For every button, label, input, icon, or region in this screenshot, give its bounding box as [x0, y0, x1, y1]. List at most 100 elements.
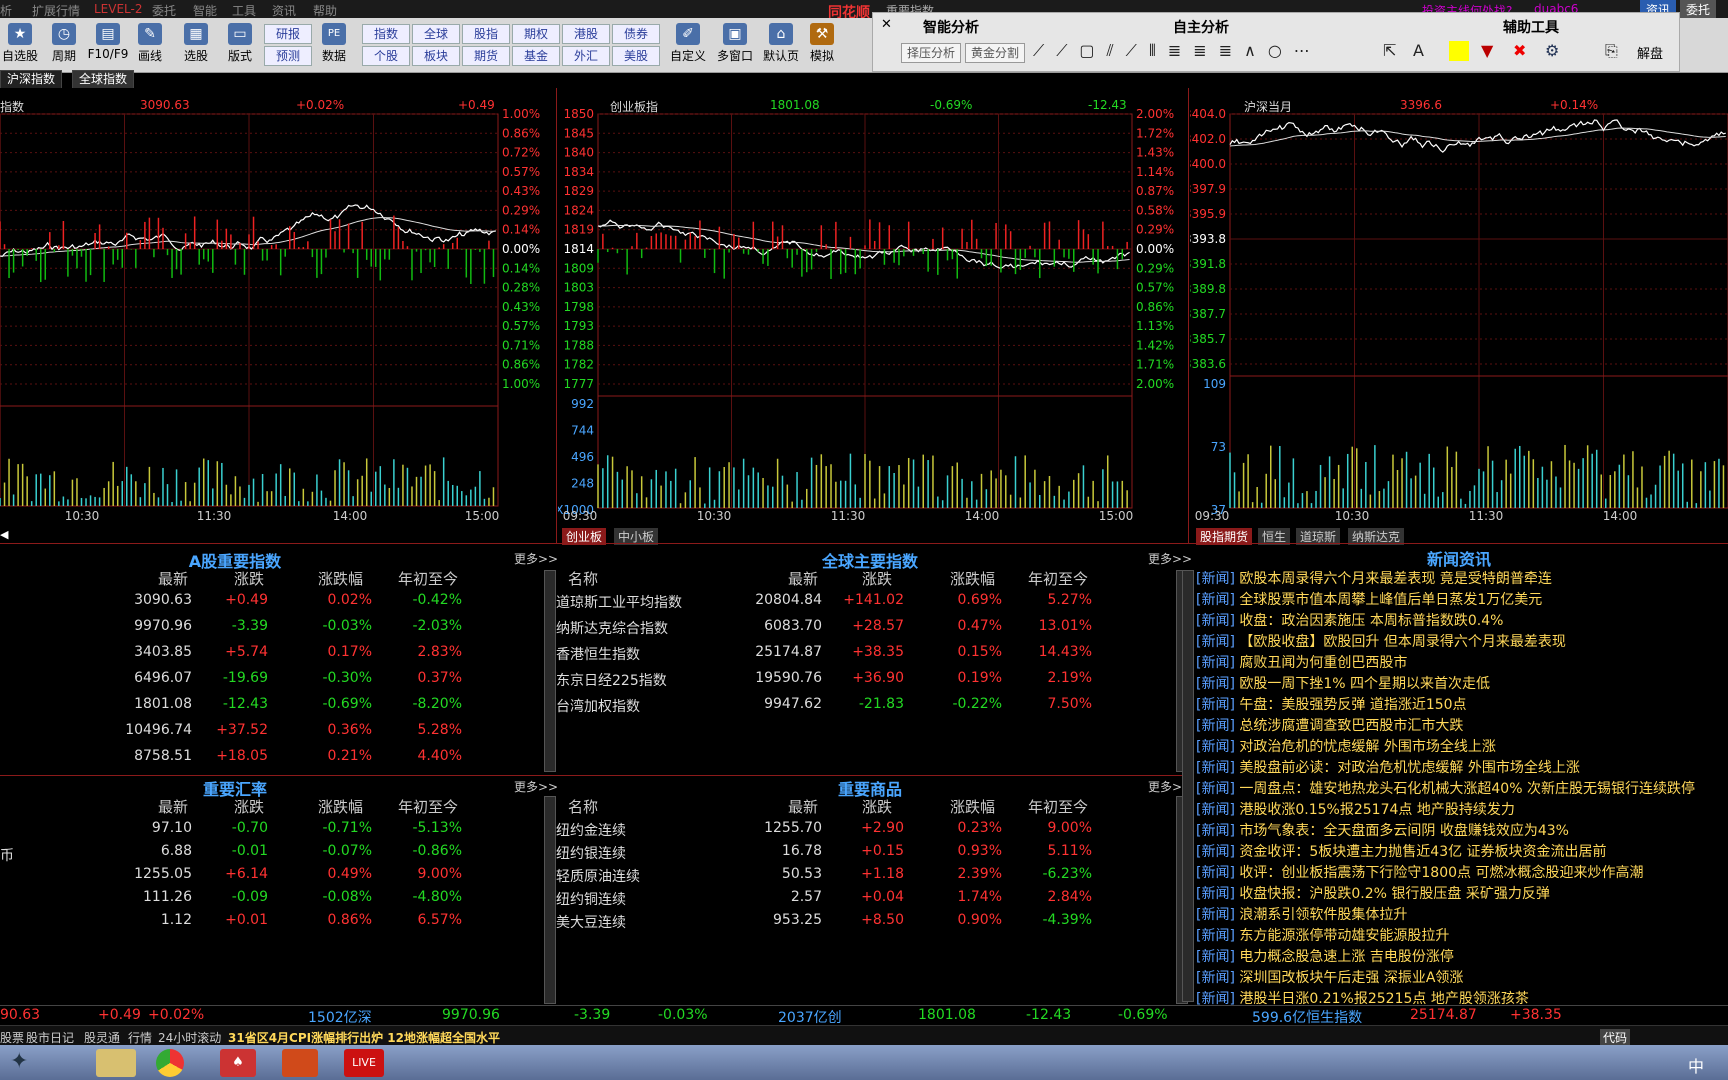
- commodities-cell: 0.23%: [957, 820, 1002, 836]
- draw-tools-icons[interactable]: ⟋⟋▢⫽⟋⦀≣≣≣∧○⋯: [1033, 41, 1322, 61]
- fx-more[interactable]: 更多>>: [514, 778, 558, 795]
- layout-button[interactable]: ▭ 版式: [220, 21, 260, 71]
- status-bar: 股票 股市日记 股灵通 行情 24小时滚动 31省区4月CPI涨幅排行出炉 12…: [0, 1025, 1728, 1046]
- menu-smart[interactable]: 智能: [193, 2, 217, 19]
- f10-button[interactable]: ▤ F10/F9: [84, 21, 132, 71]
- status-guling[interactable]: 股灵通: [84, 1029, 120, 1046]
- news-scrollbar[interactable]: [1182, 570, 1194, 1002]
- cursor-icon[interactable]: ⇱: [1383, 41, 1396, 60]
- research-report-button[interactable]: 研报: [264, 24, 312, 44]
- axis-tick-left: 1793: [563, 319, 594, 333]
- news-item[interactable]: [新闻] 欧股本周录得六个月来最差表现 竟是受特朗普牵连: [1196, 568, 1552, 588]
- status-quotes[interactable]: 行情: [128, 1029, 152, 1046]
- tab-global[interactable]: 全球指数: [72, 70, 135, 89]
- news-item[interactable]: [新闻] 午盘：美股强势反弹 道指涨近150点: [1196, 694, 1467, 714]
- global_indices-cell: 台湾加权指数: [556, 699, 640, 715]
- market-stock-button[interactable]: 个股: [362, 46, 410, 66]
- menu-delegate[interactable]: 委托: [152, 2, 176, 19]
- chart-left[interactable]: 指数 3090.63 +0.02% +0.49 1.00% 0.86% 0.72% 0…: [0, 88, 555, 528]
- market-fund-button[interactable]: 基金: [512, 46, 560, 66]
- news-item[interactable]: [新闻] 一周盘点：雄安地热龙头石化机械大涨超40% 次新庄股无锡银行连续跌停: [1196, 778, 1695, 798]
- news-item[interactable]: [新闻] 对政治危机的忧虑缓解 外围市场全线上涨: [1196, 736, 1496, 756]
- code-input[interactable]: 代码: [1600, 1029, 1631, 1046]
- chrome-icon[interactable]: [156, 1049, 184, 1077]
- news-item[interactable]: [新闻] 【欧股收盘】欧股回升 但本周录得六个月来最差表现: [1196, 631, 1566, 651]
- market-futures-button[interactable]: 期货: [462, 46, 510, 66]
- bookmark-icon[interactable]: ▼: [1481, 41, 1493, 60]
- news-headline: 市场气象表：全天盘面多云间阴 收盘赚钱效应为43%: [1234, 823, 1569, 839]
- market-us-button[interactable]: 美股: [612, 46, 660, 66]
- multi-window-button[interactable]: ▣ 多窗口: [712, 21, 758, 71]
- simulate-button[interactable]: ⚒ 模拟: [804, 21, 840, 71]
- menu-info[interactable]: 资讯: [272, 2, 296, 19]
- draw-line-button[interactable]: ✎ 画线: [130, 21, 170, 71]
- news-item[interactable]: [新闻] 美股盘前必读：对政治危机忧虑缓解 外围市场全线上涨: [1196, 757, 1580, 777]
- market-forex-button[interactable]: 外汇: [562, 46, 610, 66]
- news-item[interactable]: [新闻] 深圳国改板块午后走强 深振业A领涨: [1196, 967, 1463, 987]
- status-headline[interactable]: 31省区4月CPI涨幅排行出炉 12地涨幅超全国水平: [228, 1029, 500, 1046]
- cards-icon[interactable]: ♠: [220, 1049, 256, 1077]
- market-hk-button[interactable]: 港股: [562, 24, 610, 44]
- menu-tools[interactable]: 工具: [232, 2, 256, 19]
- news-item[interactable]: [新闻] 腐败丑闻为何重创巴西股市: [1196, 652, 1407, 672]
- market-options-button[interactable]: 期权: [512, 24, 560, 44]
- stock-picker-button[interactable]: ▦ 选股: [176, 21, 216, 71]
- news-item[interactable]: [新闻] 电力概念股急速上涨 吉电股份涨停: [1196, 946, 1454, 966]
- news-item[interactable]: [新闻] 总统涉腐遭调查致巴西股市汇市大跌: [1196, 715, 1463, 735]
- period-button[interactable]: ◷ 周期: [44, 21, 84, 71]
- status-diary[interactable]: 股市日记: [26, 1029, 74, 1046]
- market-futures-index-button[interactable]: 股指: [462, 24, 510, 44]
- release-button[interactable]: 解盘: [1637, 43, 1663, 62]
- menu-extended-quotes[interactable]: 扩展行情: [32, 2, 80, 19]
- delegate-button[interactable]: 委托: [1680, 0, 1717, 19]
- news-item[interactable]: [新闻] 欧股一周下挫1% 四个星期以来首次走低: [1196, 673, 1490, 693]
- delete-icon[interactable]: ✖: [1513, 41, 1526, 60]
- golden-section-button[interactable]: 黄金分割: [965, 43, 1025, 63]
- news-item[interactable]: [新闻] 东方能源涨停带动雄安能源股拉升: [1196, 925, 1449, 945]
- chart-left-tab-arrow[interactable]: ◀: [0, 528, 8, 541]
- a-indices-scrollbar[interactable]: [544, 570, 556, 772]
- text-icon[interactable]: A: [1413, 41, 1424, 60]
- menu-level2[interactable]: LEVEL-2: [94, 2, 143, 16]
- news-item[interactable]: [新闻] 浪潮系引领软件股集体拉升: [1196, 904, 1407, 924]
- close-icon[interactable]: ✕: [881, 17, 892, 32]
- news-item[interactable]: [新闻] 收评：创业板指震荡下行险守1800点 可燃冰概念股迎来炒作高潮: [1196, 862, 1643, 882]
- news-item[interactable]: [新闻] 资金收评：5板块遭主力抛售近43亿 证券板块资金流出居前: [1196, 841, 1607, 861]
- menu-help[interactable]: 帮助: [313, 2, 337, 19]
- chart-right[interactable]: 沪深当月 3396.6 +0.14% 3404.0 3402.0 3400.0 339…: [1190, 88, 1728, 528]
- live-icon[interactable]: LIVE: [344, 1049, 384, 1077]
- fx-scrollbar[interactable]: [544, 796, 556, 1004]
- global-indices-more[interactable]: 更多>>: [1148, 550, 1192, 567]
- market-bond-button[interactable]: 债券: [612, 24, 660, 44]
- tab-shenzhen-shanghai[interactable]: 沪深指数: [0, 70, 63, 89]
- a-indices-more[interactable]: 更多>>: [514, 550, 558, 567]
- market-global-button[interactable]: 全球: [412, 24, 460, 44]
- global_indices-cell: +38.35: [852, 644, 904, 660]
- default-page-button[interactable]: ⌂ 默认页: [758, 21, 804, 71]
- ticker-item: -0.69%: [1118, 1007, 1168, 1023]
- news-item[interactable]: [新闻] 市场气象表：全天盘面多云间阴 收盘赚钱效应为43%: [1196, 820, 1569, 840]
- forecast-button[interactable]: 预测: [264, 46, 312, 66]
- news-item[interactable]: [新闻] 全球股票市值本周攀上峰值后单日蒸发1万亿美元: [1196, 589, 1542, 609]
- news-item[interactable]: [新闻] 收盘：政治因素施压 本周标普指数跌0.4%: [1196, 610, 1503, 630]
- market-index-button[interactable]: 指数: [362, 24, 410, 44]
- color-picker-icon[interactable]: [1449, 41, 1469, 61]
- watchlist-button[interactable]: ★ 自选股: [0, 21, 40, 71]
- gear-icon[interactable]: ⚙: [1545, 41, 1559, 60]
- status-stock[interactable]: 股票: [0, 1029, 24, 1046]
- chart-mid[interactable]: 创业板指 1801.08 -0.69% -12.43 2.00% 1.72% 1.4…: [558, 88, 1186, 528]
- fx-cell: -0.07%: [322, 843, 372, 859]
- ppt-icon[interactable]: [282, 1049, 318, 1077]
- ime-indicator[interactable]: 中: [1688, 1053, 1704, 1077]
- status-rolling[interactable]: 24小时滚动: [158, 1029, 221, 1046]
- pressure-analysis-button[interactable]: 择压分析: [901, 43, 961, 63]
- news-item[interactable]: [新闻] 港股收涨0.15%报25174点 地产股持续发力: [1196, 799, 1515, 819]
- broom-icon[interactable]: ✦: [10, 1049, 50, 1077]
- custom-button[interactable]: ✐ 自定义: [666, 21, 710, 71]
- market-sector-button[interactable]: 板块: [412, 46, 460, 66]
- fx-cell: -0.70: [231, 820, 268, 836]
- news-item[interactable]: [新闻] 收盘快报：沪股跌0.2% 银行股压盘 采矿强力反弹: [1196, 883, 1550, 903]
- export-icon[interactable]: ⎘: [1605, 41, 1618, 61]
- data-button[interactable]: PE 数据: [314, 21, 354, 71]
- folder-icon[interactable]: [96, 1049, 136, 1077]
